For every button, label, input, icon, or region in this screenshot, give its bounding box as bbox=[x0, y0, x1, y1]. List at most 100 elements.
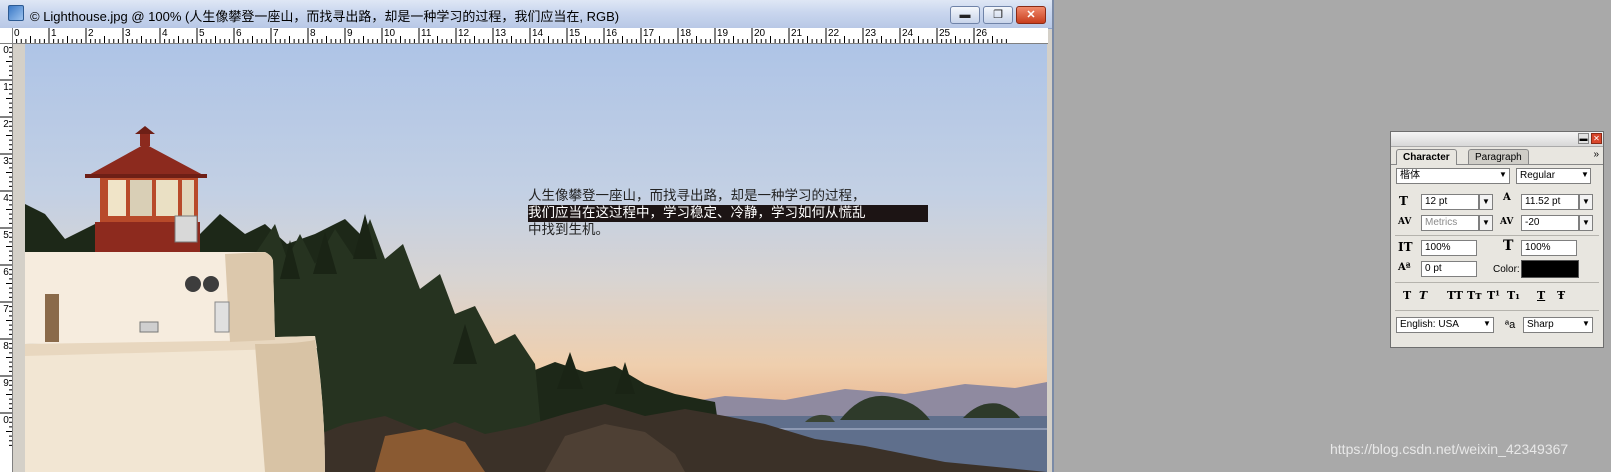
ruler-label: 20 bbox=[754, 28, 766, 39]
lighthouse-image bbox=[25, 126, 1047, 472]
ruler-label: 11 bbox=[421, 28, 432, 39]
font-size-icon: T bbox=[1399, 194, 1408, 208]
underline-button[interactable]: T bbox=[1537, 289, 1545, 302]
ruler-label: 2 bbox=[88, 28, 94, 39]
ruler-label: 1 bbox=[51, 28, 57, 39]
tracking-dropdown-icon[interactable]: ▼ bbox=[1579, 215, 1593, 231]
ruler-label: 25 bbox=[939, 28, 951, 39]
font-size-dropdown-icon[interactable]: ▼ bbox=[1479, 194, 1493, 210]
ruler-label: 18 bbox=[680, 28, 692, 39]
tracking-icon: AV bbox=[1500, 217, 1514, 227]
blog-watermark: https://blog.csdn.net/weixin_42349367 bbox=[1330, 441, 1569, 457]
ruler-label: 22 bbox=[828, 28, 840, 39]
ruler-label: 3 bbox=[3, 156, 9, 167]
character-panel: ▬ ✕ Character Paragraph » 楷体 ▼ Regular ▼… bbox=[1390, 131, 1604, 348]
panel-tabs: Character Paragraph » bbox=[1391, 147, 1603, 165]
panel-close-icon[interactable]: ✕ bbox=[1591, 133, 1602, 144]
document-window: © Lighthouse.jpg @ 100% (人生像攀登一座山，而找寻出路，… bbox=[0, 0, 1054, 472]
panel-divider bbox=[1395, 282, 1599, 283]
ruler-label: 6 bbox=[236, 28, 242, 39]
antialias-icon: ªa bbox=[1505, 319, 1516, 331]
ruler-label: 17 bbox=[643, 28, 655, 39]
baseline-shift-icon: Aª bbox=[1398, 262, 1411, 273]
kerning-input[interactable]: Metrics bbox=[1421, 215, 1479, 231]
ruler-label: 16 bbox=[606, 28, 618, 39]
text-line-2-selected[interactable]: 我们应当在这过程中，学习稳定、冷静，学习如何从慌乱 bbox=[528, 205, 928, 222]
ruler-label: 5 bbox=[199, 28, 205, 39]
vertical-ruler-ticks bbox=[0, 43, 12, 446]
tab-character[interactable]: Character bbox=[1396, 149, 1457, 165]
minimize-button[interactable]: ▬ bbox=[950, 6, 980, 24]
ruler-label: 6 bbox=[3, 267, 9, 278]
ruler-label: 4 bbox=[162, 28, 168, 39]
antialias-dropdown-icon[interactable]: ▼ bbox=[1579, 317, 1593, 333]
faux-bold-button[interactable]: T bbox=[1403, 289, 1411, 302]
ruler-label: 12 bbox=[458, 28, 470, 39]
kerning-icon: AV bbox=[1398, 217, 1412, 227]
all-caps-button[interactable]: TT bbox=[1447, 289, 1463, 302]
ruler-label: 5 bbox=[3, 230, 9, 241]
horizontal-scale-input[interactable]: 100% bbox=[1521, 240, 1577, 256]
color-label: Color: bbox=[1493, 264, 1520, 275]
title-bar[interactable]: © Lighthouse.jpg @ 100% (人生像攀登一座山，而找寻出路，… bbox=[0, 0, 1052, 29]
vertical-scale-input[interactable]: 100% bbox=[1421, 240, 1477, 256]
ruler-label: 15 bbox=[569, 28, 581, 39]
font-style-dropdown-icon[interactable]: ▼ bbox=[1578, 168, 1592, 184]
panel-divider bbox=[1395, 235, 1599, 236]
tracking-input[interactable]: -20 bbox=[1521, 215, 1579, 231]
ruler-label: 13 bbox=[495, 28, 507, 39]
ruler-label: 0 bbox=[3, 45, 9, 56]
font-family-dropdown-icon[interactable]: ▼ bbox=[1496, 168, 1510, 184]
leading-icon: A bbox=[1503, 192, 1511, 203]
baseline-shift-input[interactable]: 0 pt bbox=[1421, 261, 1477, 277]
subscript-button[interactable]: T₁ bbox=[1507, 289, 1520, 302]
ruler-label: 23 bbox=[865, 28, 877, 39]
text-color-swatch[interactable] bbox=[1521, 260, 1579, 278]
tab-paragraph[interactable]: Paragraph bbox=[1468, 149, 1529, 164]
panel-menu-icon[interactable]: » bbox=[1593, 149, 1599, 160]
window-title: © Lighthouse.jpg @ 100% (人生像攀登一座山，而找寻出路，… bbox=[30, 9, 620, 24]
restore-button[interactable]: ❐ bbox=[983, 6, 1013, 24]
ruler-label: 9 bbox=[3, 378, 9, 389]
leading-input[interactable]: 11.52 pt bbox=[1521, 194, 1579, 210]
ruler-label: 3 bbox=[125, 28, 131, 39]
leading-dropdown-icon[interactable]: ▼ bbox=[1579, 194, 1593, 210]
ruler-label: 10 bbox=[384, 28, 396, 39]
text-line-3[interactable]: 中找到生机。 bbox=[528, 222, 928, 239]
vertical-ruler[interactable]: 0 1 2 3 4 5 6 7 8 9 0 bbox=[0, 43, 13, 472]
ruler-label: 21 bbox=[791, 28, 803, 39]
vertical-scale-icon: IT bbox=[1398, 240, 1413, 254]
ruler-label: 0 bbox=[3, 415, 9, 426]
ruler-label: 7 bbox=[3, 304, 9, 315]
ruler-label: 0 bbox=[14, 28, 20, 39]
ruler-label: 9 bbox=[347, 28, 353, 39]
ruler-label: 14 bbox=[532, 28, 544, 39]
panel-minimize-icon[interactable]: ▬ bbox=[1578, 133, 1589, 144]
photoshop-document-icon[interactable] bbox=[8, 5, 24, 21]
horizontal-ruler[interactable]: 0 1 2 3 4 5 6 7 8 9 10 11 12 13 14 15 16 17 18 19 20 21 22 23 24… bbox=[12, 28, 1048, 44]
horizontal-scale-icon: T bbox=[1503, 238, 1514, 254]
ruler-label: 2 bbox=[3, 119, 9, 130]
font-size-input[interactable]: 12 pt bbox=[1421, 194, 1479, 210]
kerning-dropdown-icon[interactable]: ▼ bbox=[1479, 215, 1493, 231]
panel-divider bbox=[1395, 310, 1599, 311]
faux-italic-button[interactable]: T bbox=[1419, 289, 1427, 302]
ruler-label: 8 bbox=[3, 341, 9, 352]
text-line-1[interactable]: 人生像攀登一座山，而找寻出路，却是一种学习的过程， bbox=[528, 188, 928, 205]
superscript-button[interactable]: T¹ bbox=[1487, 289, 1500, 302]
small-caps-button[interactable]: Tт bbox=[1467, 289, 1482, 302]
font-family-select[interactable]: 楷体 bbox=[1396, 168, 1510, 184]
ruler-label: 19 bbox=[717, 28, 729, 39]
close-button[interactable]: ✕ bbox=[1016, 6, 1046, 24]
ruler-label: 8 bbox=[310, 28, 316, 39]
panel-title-bar[interactable]: ▬ ✕ bbox=[1391, 132, 1603, 147]
strikethrough-button[interactable]: Ŧ bbox=[1557, 289, 1565, 302]
ruler-label: 26 bbox=[976, 28, 988, 39]
ruler-label: 24 bbox=[902, 28, 914, 39]
text-layer[interactable]: 人生像攀登一座山，而找寻出路，却是一种学习的过程， 我们应当在这过程中，学习稳定… bbox=[528, 188, 928, 239]
ruler-label: 1 bbox=[3, 82, 9, 93]
ruler-label: 7 bbox=[273, 28, 279, 39]
ruler-label: 4 bbox=[3, 193, 9, 204]
language-dropdown-icon[interactable]: ▼ bbox=[1480, 317, 1494, 333]
image-canvas[interactable]: 人生像攀登一座山，而找寻出路，却是一种学习的过程， 我们应当在这过程中，学习稳定… bbox=[25, 44, 1047, 472]
